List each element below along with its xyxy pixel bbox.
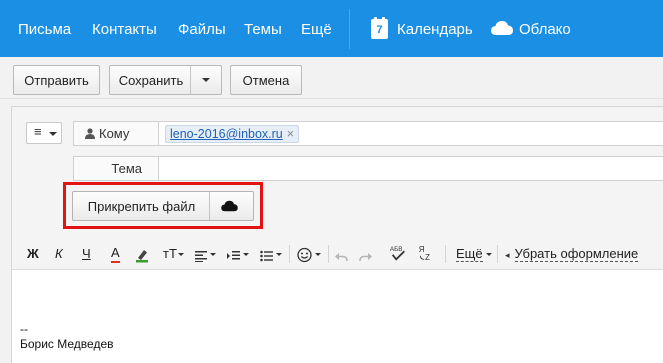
list-icon[interactable] [260,247,273,265]
message-body[interactable]: -- Борис Медведев [12,270,663,363]
send-button[interactable]: Отправить [13,65,100,95]
format-toolbar: Ж К Ч А тТ АБВ Я Z Ещё ◂ Убрать оформлен… [12,239,663,270]
recipient-chip[interactable]: leno-2016@inbox.ru × [165,125,300,143]
indent-dropdown-icon[interactable] [243,253,249,256]
svg-text:Я: Я [419,245,425,254]
spellcheck-icon[interactable]: АБВ [388,244,408,262]
subject-label: Тема [73,156,159,181]
underline-button[interactable]: Ч [82,245,91,263]
to-label-button[interactable]: Кому [73,121,159,146]
remove-recipient-icon[interactable]: × [287,127,294,141]
recipient-address: leno-2016@inbox.ru [170,127,283,141]
align-dropdown-icon[interactable] [210,253,216,256]
text-color-button[interactable]: А [111,245,120,263]
to-label: Кому [99,126,130,141]
svg-text:АБВ: АБВ [390,246,403,253]
list-dropdown-icon[interactable] [276,253,282,256]
nav-divider [349,9,350,49]
top-navigation: Письма Контакты Файлы Темы Ещё 7 Календа… [0,0,663,57]
attach-file-button[interactable]: Прикрепить файл [73,192,210,220]
signature-name: Борис Медведев [20,337,114,351]
svg-text:Z: Z [425,253,430,262]
compose-form: ≡ Кому leno-2016@inbox.ru × Тема Прикрепи… [11,106,663,363]
attach-file-group: Прикрепить файл [72,191,254,221]
menu-icon: ≡ [34,124,42,139]
nav-item-calendar[interactable]: Календарь [397,21,473,39]
chevron-down-icon [49,132,57,136]
save-options-dropdown[interactable] [202,78,210,82]
clear-format-button[interactable]: ◂ Убрать оформление [505,245,639,263]
nav-item-contacts[interactable]: Контакты [92,21,157,39]
font-size-button[interactable]: тТ [163,245,184,263]
redo-icon[interactable] [359,248,372,266]
person-icon [85,128,95,139]
compose-header: ≡ Кому leno-2016@inbox.ru × Тема Прикрепи… [12,107,663,239]
italic-button[interactable]: К [55,245,63,263]
more-format-button[interactable]: Ещё [456,245,492,263]
subject-input[interactable] [159,156,663,181]
nav-item-themes[interactable]: Темы [244,21,282,39]
cancel-button[interactable]: Отмена [230,65,302,95]
smiley-icon[interactable] [297,246,312,264]
chevron-left-icon: ◂ [505,250,510,260]
smiley-dropdown-icon[interactable] [315,253,321,256]
indent-icon[interactable] [227,247,240,265]
more-format-label: Ещё [456,246,483,262]
translit-icon[interactable]: Я Z [417,244,433,262]
compose-menu-button[interactable]: ≡ [26,122,62,144]
save-button-group: Сохранить [109,65,222,95]
highlight-color-icon[interactable] [134,246,150,264]
align-left-icon[interactable] [195,247,207,265]
clear-format-label: Убрать оформление [514,246,639,262]
bold-button[interactable]: Ж [27,245,39,263]
nav-item-letters[interactable]: Письма [18,21,71,39]
cloud-icon [491,21,513,35]
nav-item-files[interactable]: Файлы [178,21,226,39]
undo-icon[interactable] [335,248,348,266]
signature-separator: -- [20,322,28,336]
action-toolbar: Отправить Сохранить Отмена [0,57,663,99]
calendar-icon: 7 [371,17,388,39]
nav-item-more[interactable]: Ещё [301,21,332,39]
cloud-attach-icon[interactable] [221,200,238,212]
save-button[interactable]: Сохранить [110,73,192,88]
font-size-label: тТ [163,246,177,261]
nav-item-cloud[interactable]: Облако [519,21,571,39]
calendar-day: 7 [376,24,383,36]
to-input[interactable]: leno-2016@inbox.ru × [159,121,663,146]
